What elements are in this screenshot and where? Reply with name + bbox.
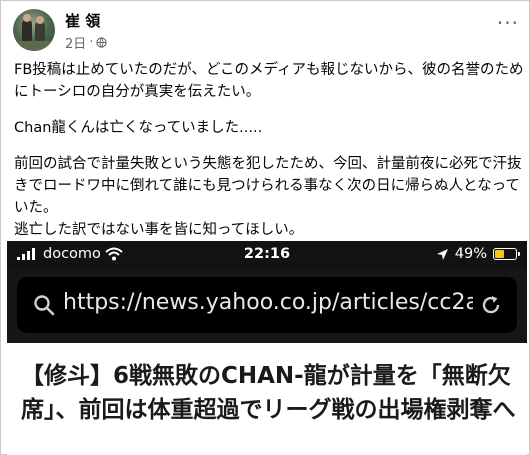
post-time[interactable]: 2日 xyxy=(65,33,86,52)
post-meta: 2日 · xyxy=(65,33,108,52)
post-paragraph: FB投稿は止めていたのだが、どこのメディアも報じないから、彼の名誉のためにトーシ… xyxy=(14,62,524,100)
post-card: 崔 領 2日 · ··· FB投稿は止めていたのだが、どこのメディアも報じないか… xyxy=(0,0,530,455)
phone-status-bar: docomo 22:16 49% xyxy=(7,241,527,269)
reload-icon[interactable] xyxy=(479,293,503,317)
post-paragraph: Chan龍くんは亡くなっていました..... xyxy=(14,120,263,136)
location-arrow-icon xyxy=(436,248,448,260)
post-body: FB投稿は止めていたのだが、どこのメディアも報じないから、彼の名誉のためにトーシ… xyxy=(14,59,524,241)
author-name[interactable]: 崔 領 xyxy=(65,10,100,31)
more-options-button[interactable]: ··· xyxy=(497,13,519,33)
browser-toolbar: https://news.yahoo.co.jp/articles/cc2ae0… xyxy=(7,269,527,343)
attached-screenshot[interactable]: docomo 22:16 49% https://news.yahoo.co.j… xyxy=(7,241,527,455)
address-bar[interactable]: https://news.yahoo.co.jp/articles/cc2ae0… xyxy=(17,277,517,333)
globe-icon xyxy=(96,37,108,48)
article-headline[interactable]: 【修斗】6戦無敗のCHAN-龍が計量を「無断欠席」、前回は体重超過でリーグ戦の出… xyxy=(21,359,521,427)
url-text[interactable]: https://news.yahoo.co.jp/articles/cc2ae0… xyxy=(63,290,473,315)
status-right: 49% xyxy=(436,246,520,262)
battery-icon xyxy=(493,248,520,260)
battery-percent: 49% xyxy=(454,246,487,262)
post-paragraph: 前回の試合で計量失敗という失態を犯したため、今回、計量前夜に必死で汗抜きでロード… xyxy=(14,156,522,238)
separator-dot: · xyxy=(89,35,94,50)
search-icon xyxy=(34,295,55,316)
avatar[interactable] xyxy=(13,9,55,51)
post-header: 崔 領 2日 · ··· xyxy=(13,9,523,52)
